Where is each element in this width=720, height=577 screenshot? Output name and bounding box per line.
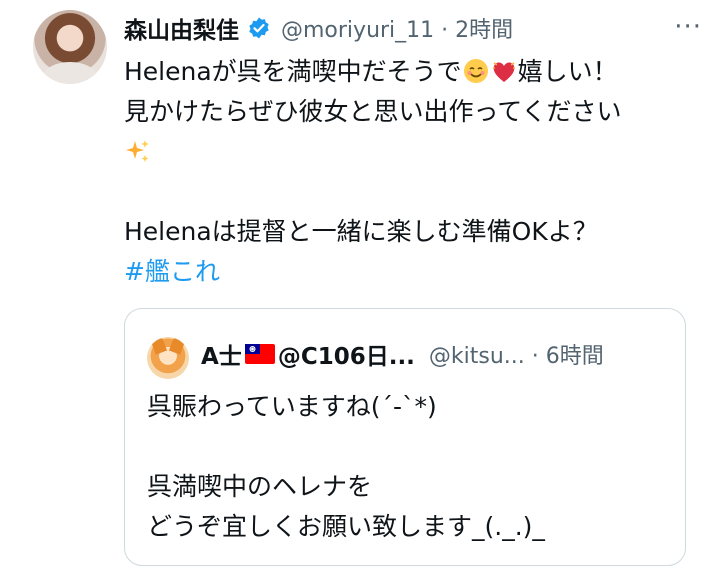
author-avatar[interactable] <box>33 10 107 84</box>
quoted-author-avatar <box>147 337 189 379</box>
quoted-line-3: 呉満喫中のヘレナを <box>147 472 373 501</box>
quoted-line-1: 呉賑わっていますね(´-`*) <box>147 392 437 421</box>
author-name[interactable]: 森山由梨佳 <box>124 11 239 45</box>
hashtag-link[interactable]: #艦これ <box>124 257 220 286</box>
quoted-author-name: A士 @C106日... <box>201 344 415 370</box>
flag-icon <box>244 344 275 364</box>
quoted-tweet-time: · 6時間 <box>531 344 604 369</box>
tweet-line-4: Helenaは提督と一緒に楽しむ準備OKよ？ <box>124 217 598 246</box>
quoted-line-4: どうぞ宜しくお願い致します_(._.)_ <box>147 512 545 541</box>
quoted-tweet-text: 呉賑わっていますね(´-`*) 呉満喫中のヘレナを どうぞ宜しくお願い致します_… <box>147 387 667 547</box>
tweet-line-3 <box>124 132 704 172</box>
sparkles-icon <box>126 140 149 162</box>
author-handle[interactable]: @moriyuri_11 · 2時間 <box>281 12 513 44</box>
more-options-icon[interactable]: ··· <box>674 12 702 42</box>
tweet-header: 森山由梨佳 @moriyuri_11 · 2時間 ··· <box>124 10 702 46</box>
tweet-line-1: Helenaが呉を満喫中だそうで 嬉しい！ <box>124 57 618 86</box>
smiling-face-icon <box>463 59 488 83</box>
heart-with-ribbon-icon <box>492 62 515 82</box>
quoted-author-handle: @kitsu... · 6時間 <box>428 344 604 369</box>
tweet-line-2: 見かけたらぜひ彼女と思い出作ってください <box>124 97 622 126</box>
avatar-figure <box>43 62 97 84</box>
quoted-tweet-header: A士 @C106日... @kitsu... · 6時間 <box>201 336 665 372</box>
quoted-tweet-card[interactable]: A士 @C106日... @kitsu... · 6時間 呉賑わっていますね(´… <box>124 308 686 566</box>
verified-badge-icon <box>249 17 269 39</box>
tweet-time: · 2時間 <box>441 18 514 43</box>
tweet-text: Helenaが呉を満喫中だそうで 嬉しい！ 見かけたらぜひ彼女と思い出作ってくださ… <box>124 52 704 292</box>
